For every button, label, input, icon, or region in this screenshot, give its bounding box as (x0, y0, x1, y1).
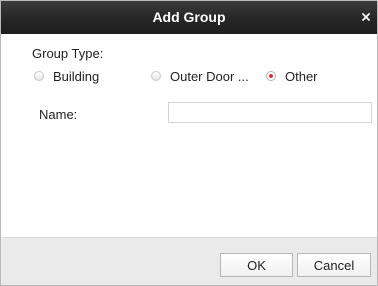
radio-other-indicator[interactable] (266, 71, 276, 81)
radio-building[interactable]: Building (34, 67, 99, 85)
radio-outer-door-label[interactable]: Outer Door ... (170, 69, 249, 84)
name-label: Name: (39, 107, 78, 122)
close-icon[interactable] (361, 12, 371, 22)
title-bar[interactable]: Add Group (1, 1, 377, 34)
radio-building-label[interactable]: Building (53, 69, 99, 84)
cancel-button[interactable]: Cancel (297, 253, 371, 277)
radio-outer-door[interactable]: Outer Door ... (151, 67, 249, 85)
radio-outer-door-indicator[interactable] (151, 71, 161, 81)
dialog-footer: OK Cancel (1, 237, 377, 285)
dialog-body: Group Type: Building Outer Door ... Othe… (1, 34, 377, 237)
dialog-title: Add Group (152, 9, 226, 25)
radio-other[interactable]: Other (266, 67, 318, 85)
ok-button[interactable]: OK (220, 253, 293, 277)
name-input[interactable] (168, 102, 372, 123)
radio-other-label[interactable]: Other (285, 69, 318, 84)
add-group-dialog: Add Group Group Type: Building Outer Doo… (0, 0, 378, 286)
group-type-label: Group Type: (32, 46, 104, 61)
radio-building-indicator[interactable] (34, 71, 44, 81)
